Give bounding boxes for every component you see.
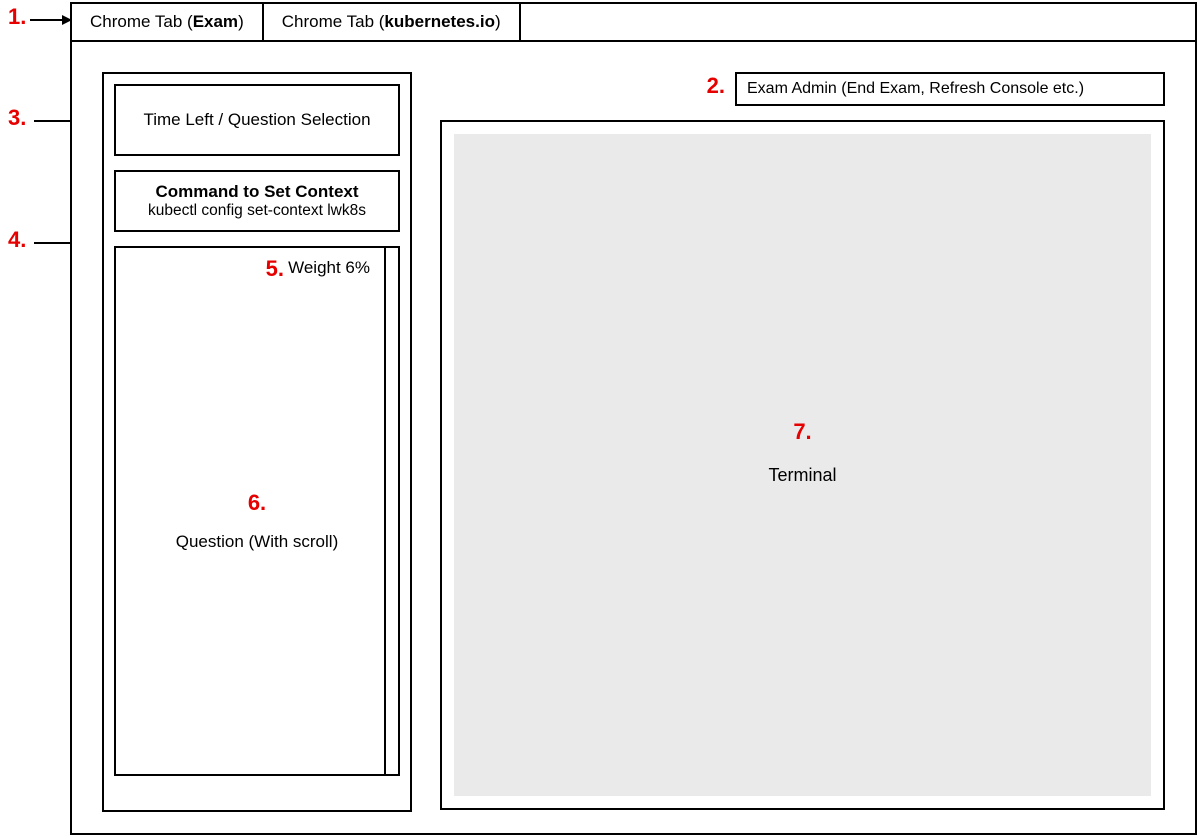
tab-exam-suffix: ) (238, 12, 244, 32)
context-box: Command to Set Context kubectl config se… (114, 170, 400, 232)
context-command: kubectl config set-context lwk8s (122, 202, 392, 220)
sidebar: Time Left / Question Selection Command t… (102, 72, 412, 812)
question-weight: Weight 6% (288, 258, 370, 278)
exam-admin-box[interactable]: Exam Admin (End Exam, Refresh Console et… (735, 72, 1165, 106)
annotation-4: 4. (8, 227, 26, 253)
tab-k8s-bold: kubernetes.io (384, 12, 495, 32)
question-scrollbar[interactable] (384, 248, 398, 774)
time-question-label: Time Left / Question Selection (143, 110, 370, 130)
console-panel: 7. Terminal (440, 120, 1165, 810)
annotation-5: 5. (266, 256, 284, 282)
tab-exam-prefix: Chrome Tab ( (90, 12, 193, 32)
time-question-box[interactable]: Time Left / Question Selection (114, 84, 400, 156)
annotation-7: 7. (454, 419, 1151, 445)
annotation-3: 3. (8, 105, 26, 131)
question-box: 5. Weight 6% 6. Question (With scroll) (114, 246, 400, 776)
browser-tab-row: Chrome Tab (Exam) Chrome Tab (kubernetes… (70, 2, 1197, 42)
exam-admin-label: Exam Admin (End Exam, Refresh Console et… (747, 80, 1084, 98)
annotation-2: 2. (707, 73, 725, 99)
terminal-label: Terminal (768, 465, 836, 485)
annotation-6: 6. (116, 490, 398, 516)
tab-k8s-suffix: ) (495, 12, 501, 32)
context-title: Command to Set Context (122, 182, 392, 202)
tab-k8s-prefix: Chrome Tab ( (282, 12, 385, 32)
main-window: Time Left / Question Selection Command t… (70, 42, 1197, 835)
tab-exam-bold: Exam (193, 12, 238, 32)
tab-exam[interactable]: Chrome Tab (Exam) (72, 4, 264, 40)
annotation-1: 1. (8, 4, 26, 30)
terminal[interactable]: 7. Terminal (454, 134, 1151, 796)
tab-kubernetes[interactable]: Chrome Tab (kubernetes.io) (264, 4, 521, 40)
question-label: Question (With scroll) (176, 532, 338, 551)
arrow-icon (30, 14, 72, 26)
